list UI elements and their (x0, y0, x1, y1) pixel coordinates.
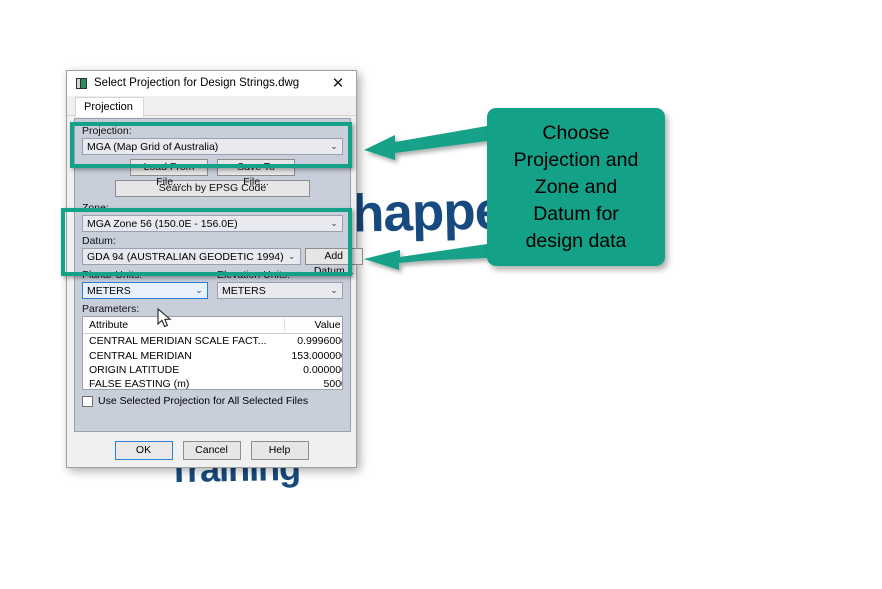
callout-line-2: Projection and (513, 148, 639, 171)
dialog-footer: OK Cancel Help (67, 433, 356, 467)
file-button-row: Load From File... Save To File... (82, 159, 343, 188)
column-header-value: Value (283, 319, 342, 331)
instruction-callout: Choose Projection and Zone and Datum for… (487, 108, 665, 266)
dialog-titlebar[interactable]: Select Projection for Design Strings.dwg… (67, 71, 356, 96)
column-header-attribute: Attribute (89, 319, 129, 331)
table-row[interactable]: ORIGIN LATITUDE 0.00000000 (83, 363, 342, 377)
datum-select[interactable]: GDA 94 (AUSTRALIAN GEODETIC 1994) ⌄ (82, 248, 301, 265)
callout-line-5: design data (525, 229, 627, 252)
callout-line-4: Datum for (533, 202, 619, 225)
cell-attribute: ORIGIN LATITUDE (89, 363, 180, 376)
datum-value: GDA 94 (AUSTRALIAN GEODETIC 1994) (87, 250, 284, 263)
load-from-file-button[interactable]: Load From File... (130, 159, 208, 188)
zone-value: MGA Zone 56 (150.0E - 156.0E) (87, 217, 238, 230)
app-window-icon (76, 77, 87, 89)
cell-attribute: FALSE EASTING (m) (89, 378, 190, 390)
planar-units-value: METERS (87, 284, 131, 297)
cell-attribute: CENTRAL MERIDIAN SCALE FACT... (89, 335, 267, 348)
chevron-down-icon: ⌄ (195, 285, 203, 296)
background-word-happen: happe (351, 181, 504, 244)
projection-value: MGA (Map Grid of Australia) (87, 140, 219, 153)
help-button[interactable]: Help (250, 440, 309, 460)
select-projection-dialog: Select Projection for Design Strings.dwg… (66, 70, 363, 468)
datum-row: GDA 94 (AUSTRALIAN GEODETIC 1994) ⌄ Add … (82, 248, 363, 277)
parameters-grid-header: Attribute Value (83, 317, 342, 334)
tab-projection[interactable]: Projection (75, 97, 144, 117)
parameters-grid[interactable]: Attribute Value CENTRAL MERIDIAN SCALE F… (82, 316, 343, 390)
parameters-grid-body: Attribute Value CENTRAL MERIDIAN SCALE F… (83, 317, 342, 390)
use-selected-projection-label: Use Selected Projection for All Selected… (98, 395, 309, 407)
dialog-title: Select Projection for Design Strings.dwg (94, 77, 300, 89)
datum-label: Datum: (82, 235, 116, 247)
projection-select[interactable]: MGA (Map Grid of Australia) ⌄ (82, 138, 343, 155)
cell-value: 153.00000000 (291, 349, 342, 362)
ok-button[interactable]: OK (114, 440, 173, 460)
parameters-label: Parameters: (82, 303, 140, 315)
elevation-units-value: METERS (222, 284, 266, 297)
units-row: Planar Units: METERS ⌄ Elevation Units: … (82, 269, 343, 299)
elevation-units-select[interactable]: METERS ⌄ (217, 282, 343, 299)
instruction-callout-text: Choose Projection and Zone and Datum for… (508, 120, 645, 255)
chevron-down-icon: ⌄ (330, 218, 338, 229)
projection-panel: Projection: MGA (Map Grid of Australia) … (74, 118, 363, 432)
zone-select[interactable]: MGA Zone 56 (150.0E - 156.0E) ⌄ (82, 215, 343, 232)
search-by-epsg-code-button[interactable]: Search by EPSG Code (115, 180, 310, 197)
mouse-cursor (157, 308, 172, 328)
chevron-down-icon: ⌄ (330, 141, 338, 152)
cell-value: 0.999600000 (297, 335, 342, 348)
callout-line-1: Choose (542, 121, 610, 144)
screenshot-stage: happe Training Select Projection for Des… (0, 0, 882, 589)
table-row[interactable]: FALSE EASTING (m) 500000 (83, 377, 342, 390)
callout-line-3: Zone and (534, 175, 618, 198)
tab-strip: Projection (67, 96, 356, 117)
cell-attribute: CENTRAL MERIDIAN (89, 349, 192, 362)
table-row[interactable]: CENTRAL MERIDIAN 153.00000000 (83, 348, 342, 362)
chevron-down-icon: ⌄ (330, 285, 338, 296)
cancel-button[interactable]: Cancel (182, 440, 241, 460)
cell-value: 500000 (323, 378, 342, 390)
table-row[interactable]: CENTRAL MERIDIAN SCALE FACT... 0.9996000… (83, 334, 342, 348)
zone-label: Zone: (82, 202, 109, 214)
elevation-units-label: Elevation Units: (217, 269, 290, 281)
planar-units-label: Planar Units: (82, 269, 143, 281)
close-icon[interactable]: ✕ (320, 71, 356, 95)
save-to-file-button[interactable]: Save To File... (217, 159, 295, 188)
projection-label: Projection: (82, 125, 132, 137)
add-datum-button[interactable]: Add Datum... (304, 248, 363, 277)
planar-units-select[interactable]: METERS ⌄ (82, 282, 208, 299)
use-selected-projection-checkbox-row[interactable]: Use Selected Projection for All Selected… (82, 395, 343, 407)
chevron-down-icon: ⌄ (287, 251, 296, 262)
use-selected-projection-checkbox[interactable] (82, 395, 93, 407)
cell-value: 0.00000000 (303, 363, 342, 376)
